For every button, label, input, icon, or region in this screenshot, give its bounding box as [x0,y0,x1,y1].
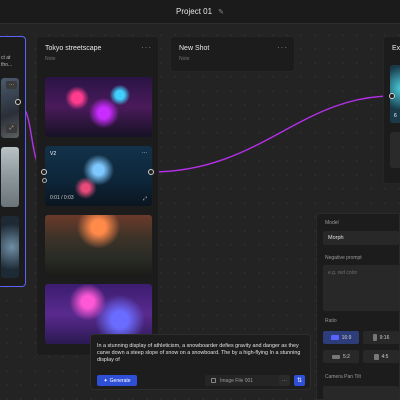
ratio-text: 16:9 [341,334,352,341]
node-note[interactable]: Note [179,56,190,62]
node-export[interactable]: Ex 6 [383,36,400,184]
input-port-export[interactable] [389,93,395,99]
ratio-portrait-icon [373,353,379,360]
project-title[interactable]: Project 01 [176,7,212,16]
ratio-label: Ratio [325,318,337,324]
negative-prompt-placeholder: e.g. red color [328,270,358,276]
image-file-chip[interactable]: Image File 001 [205,375,289,386]
ratio-landscape-icon [330,335,339,340]
sparkle-icon: ✦ [103,377,108,384]
connection-line-right [150,95,393,173]
export-badge: 6 [394,113,397,119]
ratio-text: 4:5 [381,353,389,360]
ratio-landscape-icon [332,354,341,359]
node-tokyo-streetscape[interactable]: Tokyo streetscape Note ··· V2 ··· 0:01 /… [36,36,159,356]
resize-icon[interactable]: ⤢ [6,124,17,133]
shot-thumbnail-2[interactable]: V2 ··· 0:01 / 0:03 ⤢ [45,146,152,206]
node-title: Ex [392,45,400,52]
file-more-button[interactable]: ··· [279,375,290,386]
link-icon: ⇅ [296,378,303,384]
ratio-option-4-5[interactable]: 4:5 [363,350,399,363]
node-left-text-2: tho... [1,62,13,68]
image-icon [211,378,216,383]
shot-thumbnail-3[interactable] [45,215,152,275]
negative-prompt-label: Negative prompt [325,255,362,261]
link-button[interactable]: ⇅ [294,375,305,386]
settings-panel: Model Morph Negative prompt e.g. red col… [316,213,400,400]
generate-label: Generate [109,377,131,384]
input-port-tokyo-2[interactable] [42,178,47,183]
pencil-icon[interactable]: ✎ [218,8,224,16]
video-timecode: 0:01 / 0:03 [50,195,74,201]
camera-label: Camera Pan Tilt [325,374,361,380]
output-port-left[interactable] [15,99,21,105]
shot-thumbnail-1[interactable] [45,77,152,137]
ratio-option-5-2[interactable]: 5:2 [323,350,359,363]
ratio-row-2: 5:2 4:5 [323,350,399,363]
node-left[interactable]: ct at tho... ··· ⤢ [0,36,26,287]
more-icon[interactable]: ··· [141,43,152,52]
more-icon[interactable]: ··· [277,43,288,52]
node-title: New Shot [179,45,210,52]
left-thumb-3[interactable] [1,216,19,278]
more-icon[interactable]: ··· [6,81,17,89]
model-label: Model [325,220,339,226]
model-select[interactable]: Morph [323,231,399,245]
node-new-shot[interactable]: New Shot Note ··· [170,36,295,72]
version-badge: V2 [50,151,57,157]
left-thumb-2[interactable] [1,147,19,207]
model-value: Morph [328,235,344,241]
prompt-box[interactable]: In a stunning display of athleticism, a … [90,334,311,390]
node-note[interactable]: Note [45,56,56,62]
more-icon: ··· [282,377,287,384]
output-port-tokyo[interactable] [148,169,154,175]
camera-control[interactable] [323,386,399,400]
ratio-text: 9:16 [379,334,390,341]
prompt-input[interactable]: In a stunning display of athleticism, a … [97,343,307,364]
more-icon[interactable]: ··· [142,150,147,156]
export-placeholder [390,132,400,168]
ratio-option-16-9[interactable]: 16:9 [323,331,359,344]
ratio-text: 5:2 [343,353,350,360]
ratio-portrait-icon [372,334,377,341]
generate-button[interactable]: ✦ Generate [97,375,137,386]
file-label: Image File 001 [220,377,254,384]
negative-prompt-input[interactable]: e.g. red color [323,265,399,311]
top-bar: Project 01 ✎ [0,0,400,24]
ratio-option-9-16[interactable]: 9:16 [363,331,399,344]
input-port-tokyo[interactable] [41,169,47,175]
node-left-text-1: ct at [1,55,11,61]
node-title: Tokyo streetscape [45,45,102,52]
ratio-row-1: 16:9 9:16 [323,331,399,344]
expand-icon[interactable]: ⤢ [143,196,147,202]
